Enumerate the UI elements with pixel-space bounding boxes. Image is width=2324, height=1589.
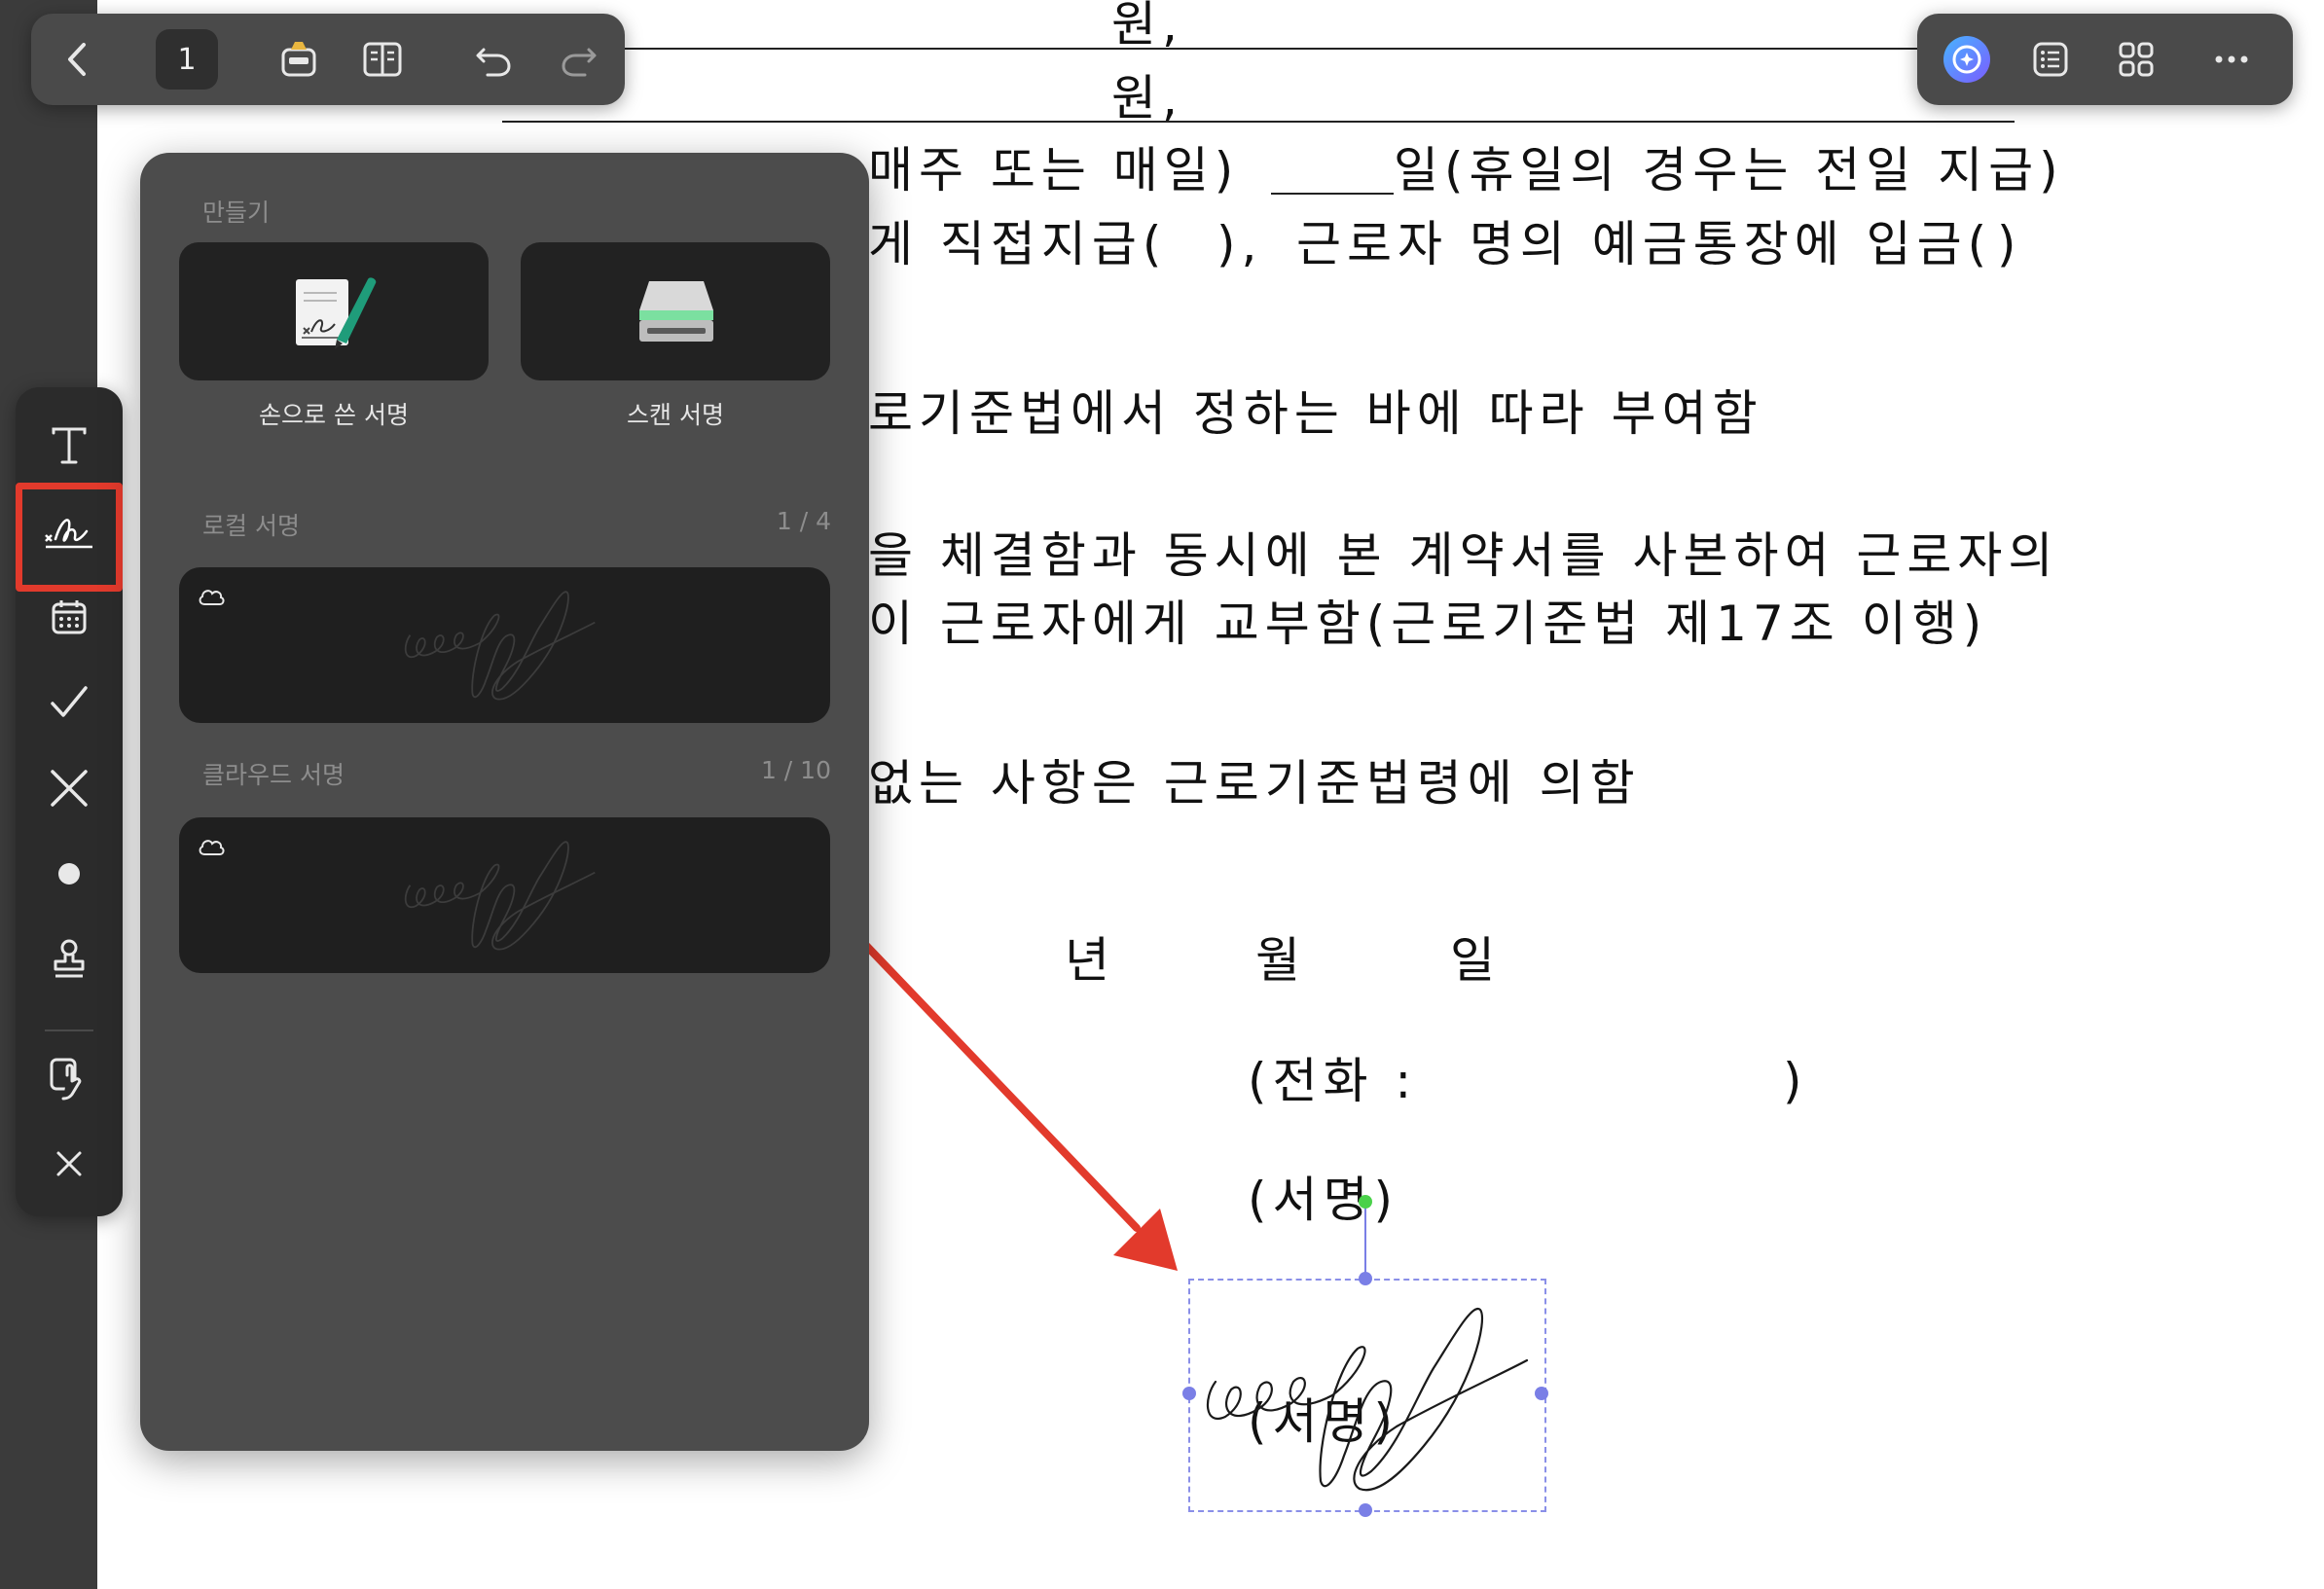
sticker-icon xyxy=(281,42,316,77)
dot-tool-button[interactable] xyxy=(16,835,123,913)
cloud-icon xyxy=(199,590,225,605)
close-icon xyxy=(56,1151,82,1176)
checkmark-tool-icon xyxy=(51,686,88,717)
scanner-icon xyxy=(639,281,713,342)
date-tool-icon xyxy=(52,600,87,634)
signature-tool-highlight xyxy=(16,483,123,592)
grid-icon xyxy=(2119,42,2154,77)
chevron-left-icon xyxy=(68,43,86,76)
undo-icon xyxy=(476,48,511,77)
signature-panel: 만들기 손으로 쓴 서명 스캔 서명 로컬 서명 1 / 4 클라우드 서명 1… xyxy=(140,153,869,1451)
ai-assistant-icon xyxy=(1943,36,1990,83)
scan-signature-button[interactable] xyxy=(521,242,830,380)
signature-thumbnail xyxy=(404,591,596,701)
stamp-tool-button[interactable] xyxy=(16,921,123,998)
handwritten-signature-icon xyxy=(296,277,377,349)
handwritten-signature-label: 손으로 쓴 서명 xyxy=(259,401,409,429)
outline-list-icon xyxy=(2033,42,2068,77)
back-button[interactable] xyxy=(43,25,111,93)
sidebar-divider xyxy=(45,1029,93,1031)
book-view-icon xyxy=(363,42,402,77)
checkmark-tool-button[interactable] xyxy=(16,664,123,741)
cross-tool-icon xyxy=(51,770,88,807)
undo-button[interactable] xyxy=(459,25,527,93)
cross-tool-button[interactable] xyxy=(16,749,123,827)
signature-thumbnail xyxy=(404,841,596,951)
ai-assistant-button[interactable] xyxy=(1935,27,1999,91)
redo-button[interactable] xyxy=(545,25,613,93)
dot-tool-icon xyxy=(58,863,80,885)
grid-view-button[interactable] xyxy=(2104,27,2168,91)
scan-signature-label: 스캔 서명 xyxy=(627,401,724,429)
cloud-signature-item[interactable] xyxy=(179,817,830,973)
cloud-icon xyxy=(199,840,225,855)
handwritten-signature-button[interactable] xyxy=(179,242,489,380)
local-signatures-count: 1 / 4 xyxy=(776,507,831,535)
more-button[interactable] xyxy=(2199,27,2264,91)
cloud-signatures-count: 1 / 10 xyxy=(760,756,831,784)
hand-tool-button[interactable] xyxy=(16,1039,123,1117)
stamp-tool-icon xyxy=(54,939,85,978)
close-tools-button[interactable] xyxy=(16,1125,123,1203)
more-icon xyxy=(2215,55,2248,63)
page-number-button[interactable]: 1 xyxy=(156,29,218,90)
text-tool-button[interactable] xyxy=(16,407,123,485)
top-left-toolbar: 1 xyxy=(31,14,625,105)
local-signatures-label: 로컬 서명 xyxy=(202,512,300,540)
create-section-label: 만들기 xyxy=(202,199,271,227)
redo-icon xyxy=(562,48,597,77)
sticker-button[interactable] xyxy=(265,25,333,93)
top-right-toolbar xyxy=(1917,14,2293,105)
local-signature-item[interactable] xyxy=(179,567,830,723)
hand-tool-icon xyxy=(50,1058,82,1101)
book-view-button[interactable] xyxy=(348,25,417,93)
text-tool-icon xyxy=(52,427,87,464)
outline-list-button[interactable] xyxy=(2018,27,2083,91)
cloud-signatures-label: 클라우드 서명 xyxy=(202,761,345,789)
